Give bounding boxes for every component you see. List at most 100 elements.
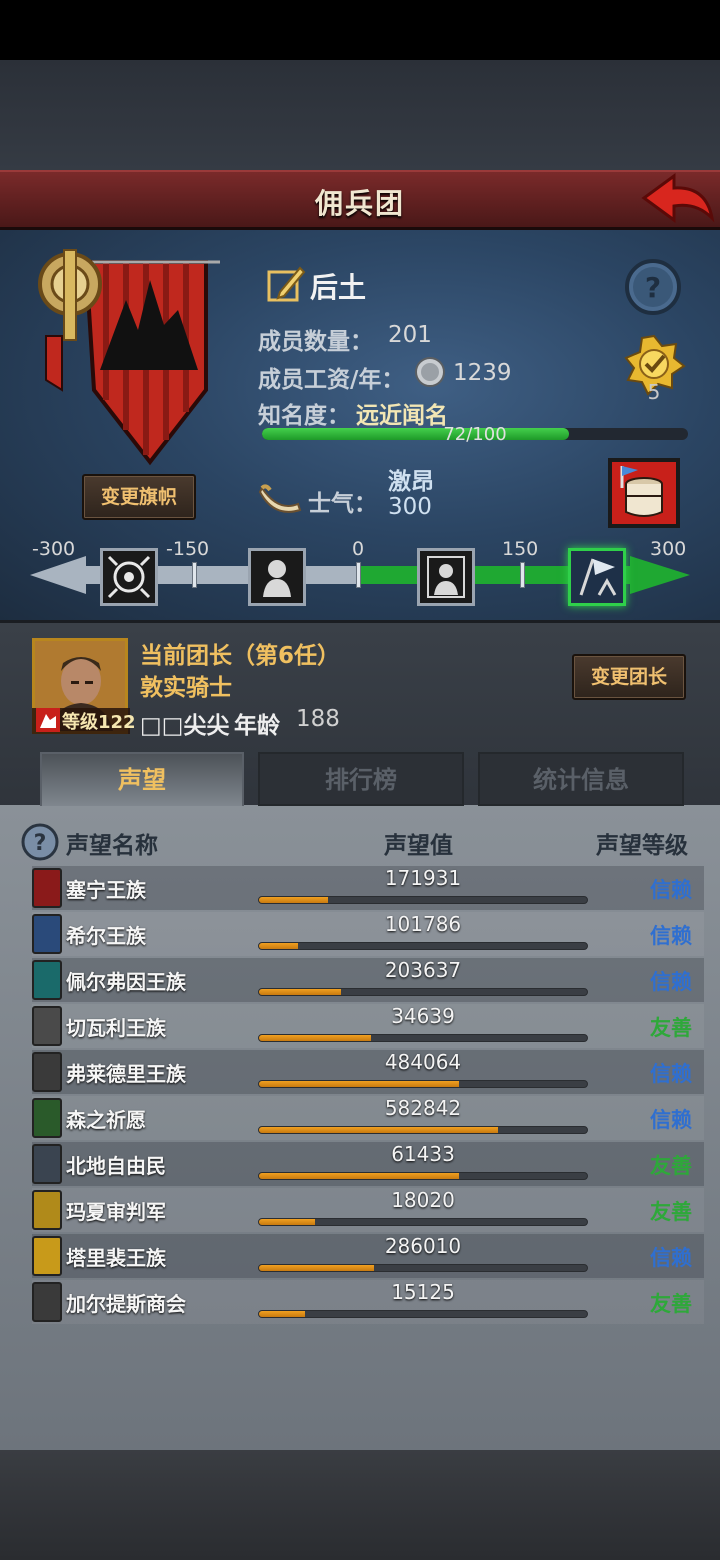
reputation-bar-fill [259,1219,315,1225]
mood-calm-icon[interactable] [417,548,475,606]
reputation-value: 18020 [391,1188,455,1212]
help-icon[interactable]: ? [624,258,682,316]
table-row[interactable]: 佩尔弗因王族 203637 信赖 [32,958,704,1002]
silver-coin-icon [415,357,445,387]
change-flag-button[interactable]: 变更旗帜 [82,474,196,520]
wolf-banner-icon [32,1052,62,1092]
leader-age: 188 [296,706,340,732]
mood-panic-icon[interactable] [100,548,158,606]
supply-barrel-icon[interactable] [608,458,680,528]
table-row[interactable]: 塞宁王族 171931 信赖 [32,866,704,910]
morale-tick-label: 300 [650,538,687,560]
reputation-level: 信赖 [650,924,692,948]
faction-name: 玛夏审判军 [66,1200,166,1224]
reputation-bar-fill [259,1265,374,1271]
reputation-value: 484064 [384,1050,462,1074]
morale-tick-label: 150 [502,538,539,560]
table-row[interactable]: 切瓦利王族 34639 友善 [32,1004,704,1048]
reputation-level: 信赖 [650,878,692,902]
tab-leaderboard[interactable]: 排行榜 [258,752,464,806]
faction-name: 加尔提斯商会 [66,1292,186,1316]
reputation-value: 171931 [384,866,462,890]
table-row[interactable]: 森之祈愿 582842 信赖 [32,1096,704,1140]
reputation-bar [258,1172,588,1180]
leader-level: 等级122 [62,712,136,733]
reputation-bar [258,942,588,950]
reputation-bar-fill [259,1173,460,1179]
mood-elated-icon[interactable] [568,548,626,606]
morale-tick [520,562,525,588]
reputation-bar-fill [259,989,341,995]
table-row[interactable]: 塔里裴王族 286010 信赖 [32,1234,704,1278]
reputation-level: 友善 [650,1016,692,1040]
faction-name: 塔里裴王族 [66,1246,166,1270]
reputation-level: 信赖 [650,1062,692,1086]
reputation-bar [258,1080,588,1088]
leader-age-label: 年龄 [234,713,280,739]
reputation-help-icon[interactable]: ? [20,822,60,862]
table-row[interactable]: 弗莱德里王族 484064 信赖 [32,1050,704,1094]
rank-number: 5 [647,380,661,404]
members-value: 201 [388,322,432,348]
scales-banner-icon [32,1006,62,1046]
morale-value: 300 [388,494,432,520]
blue-banner-icon [32,914,62,954]
leader-title: 当前团长（第6任） [140,643,341,669]
reputation-level: 信赖 [650,1246,692,1270]
reputation-level: 友善 [650,1154,692,1178]
svg-text:?: ? [34,831,47,856]
back-arrow-icon[interactable] [640,172,716,226]
table-row[interactable]: 加尔提斯商会 15125 友善 [32,1280,704,1324]
reputation-value: 34639 [391,1004,455,1028]
reputation-level: 友善 [650,1292,692,1316]
guild-banner [38,249,220,466]
reputation-value: 101786 [384,912,462,936]
axe-banner-icon [32,1144,62,1184]
morale-tick-label: 0 [352,538,365,560]
reputation-bar-fill [259,943,299,949]
page-title: 佣兵团 [314,187,405,220]
faction-name: 森之祈愿 [66,1108,146,1132]
reputation-bar [258,1034,588,1042]
table-row[interactable]: 北地自由民 61433 友善 [32,1142,704,1186]
reputation-level: 信赖 [650,1108,692,1132]
teal-banner-icon [32,960,62,1000]
wage-label: 成员工资/年： [258,367,405,393]
top-background [0,60,720,170]
table-row[interactable]: 希尔王族 101786 信赖 [32,912,704,956]
reputation-bar [258,1126,588,1134]
column-header-level: 声望等级 [596,833,688,859]
svg-text:?: ? [645,271,661,304]
faction-name: 弗莱德里王族 [66,1062,186,1086]
reputation-value: 286010 [384,1234,462,1258]
table-row[interactable]: 玛夏审判军 18020 友善 [32,1188,704,1232]
faction-name: 塞宁王族 [66,878,146,902]
faction-name: 北地自由民 [66,1154,166,1178]
mood-despair-icon[interactable] [248,548,306,606]
tab-statistics[interactable]: 统计信息 [478,752,684,806]
change-leader-button[interactable]: 变更团长 [572,654,686,700]
members-label: 成员数量： [258,329,373,355]
reputation-bar-fill [259,1081,460,1087]
faction-name: 佩尔弗因王族 [66,970,186,994]
morale-tick-label: -300 [32,538,76,560]
reputation-value: 203637 [384,958,462,982]
reputation-level: 信赖 [650,970,692,994]
morale-scale-left-arrow [30,556,86,594]
column-header-value: 声望值 [384,833,453,859]
crown-banner-icon [32,1236,62,1276]
bottom-background [0,1450,720,1560]
tab-reputation[interactable]: 声望 [40,752,244,806]
edit-name-icon[interactable] [266,264,306,304]
morale-scale-right-arrow [630,556,690,594]
reputation-bar-fill [259,897,328,903]
reputation-value: 15125 [391,1280,455,1304]
reputation-bar [258,896,588,904]
morale-tick-label: -150 [166,538,210,560]
reputation-bar [258,1218,588,1226]
gold-banner-icon [32,1190,62,1230]
chest-banner-icon [32,1282,62,1322]
reputation-level: 友善 [650,1200,692,1224]
tree-banner-icon [32,1098,62,1138]
status-bar [0,0,720,60]
